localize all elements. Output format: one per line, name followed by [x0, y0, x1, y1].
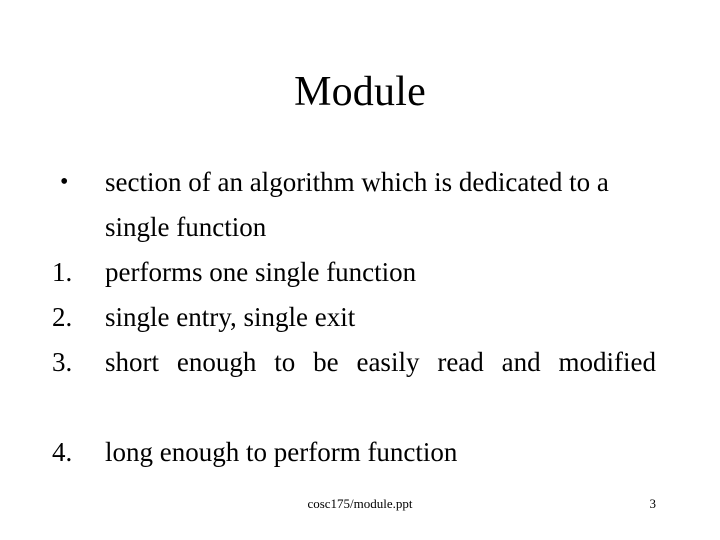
list-item: 3. short enough to be easily read and mo… [52, 340, 656, 430]
page-title: Module [294, 69, 426, 115]
list-item-text: section of an algorithm which is dedicat… [105, 167, 609, 242]
list-item: • section of an algorithm which is dedic… [52, 160, 656, 250]
number-marker: 3. [52, 347, 73, 377]
list-item-text: performs one single function [105, 257, 417, 287]
list-item: 4. long enough to perform function [52, 430, 656, 475]
number-marker: 1. [52, 257, 73, 287]
list-item-text: long enough to perform function [105, 437, 458, 467]
slide: Module • section of an algorithm which i… [0, 0, 720, 540]
page-number: 3 [649, 496, 657, 511]
list-item: 1. performs one single function [52, 250, 656, 295]
list-item-text: single entry, single exit [105, 302, 356, 332]
content-list: • section of an algorithm which is dedic… [52, 160, 656, 475]
list-item-text: short enough to be easily read and modif… [105, 347, 656, 377]
number-marker: 2. [52, 302, 73, 332]
bullet-marker-icon: • [60, 169, 69, 195]
number-marker: 4. [52, 437, 73, 467]
list-item: 2. single entry, single exit [52, 295, 656, 340]
slide-footer: cosc175/module.ppt 3 [0, 494, 720, 518]
